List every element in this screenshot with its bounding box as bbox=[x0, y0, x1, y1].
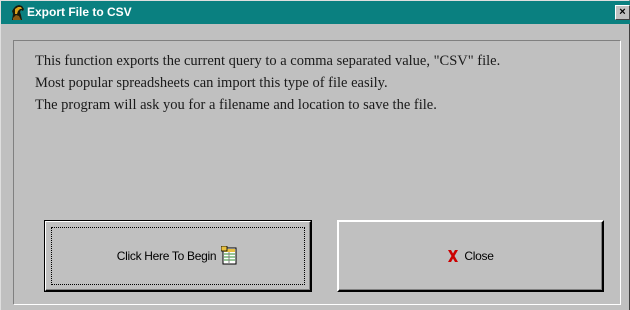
message-line: The program will ask you for a filename … bbox=[35, 97, 437, 113]
message-line: Most popular spreadsheets can import thi… bbox=[35, 75, 388, 91]
export-csv-dialog: Export File to CSV × This function expor… bbox=[0, 0, 630, 310]
message-line: This function exports the current query … bbox=[35, 53, 501, 69]
red-x-icon bbox=[448, 250, 459, 262]
close-button[interactable]: Close bbox=[337, 220, 604, 292]
begin-button[interactable]: Click Here To Begin bbox=[44, 220, 312, 292]
window-title: Export File to CSV bbox=[27, 5, 132, 19]
message-text: This function exports the current query … bbox=[35, 50, 500, 116]
begin-button-label: Click Here To Begin bbox=[116, 249, 217, 263]
close-button-label: Close bbox=[464, 249, 494, 263]
title-bar[interactable]: Export File to CSV × bbox=[1, 1, 630, 24]
title-close-button[interactable]: × bbox=[615, 5, 630, 20]
spreadsheet-icon bbox=[221, 246, 237, 265]
horse-logo-icon bbox=[9, 4, 26, 21]
